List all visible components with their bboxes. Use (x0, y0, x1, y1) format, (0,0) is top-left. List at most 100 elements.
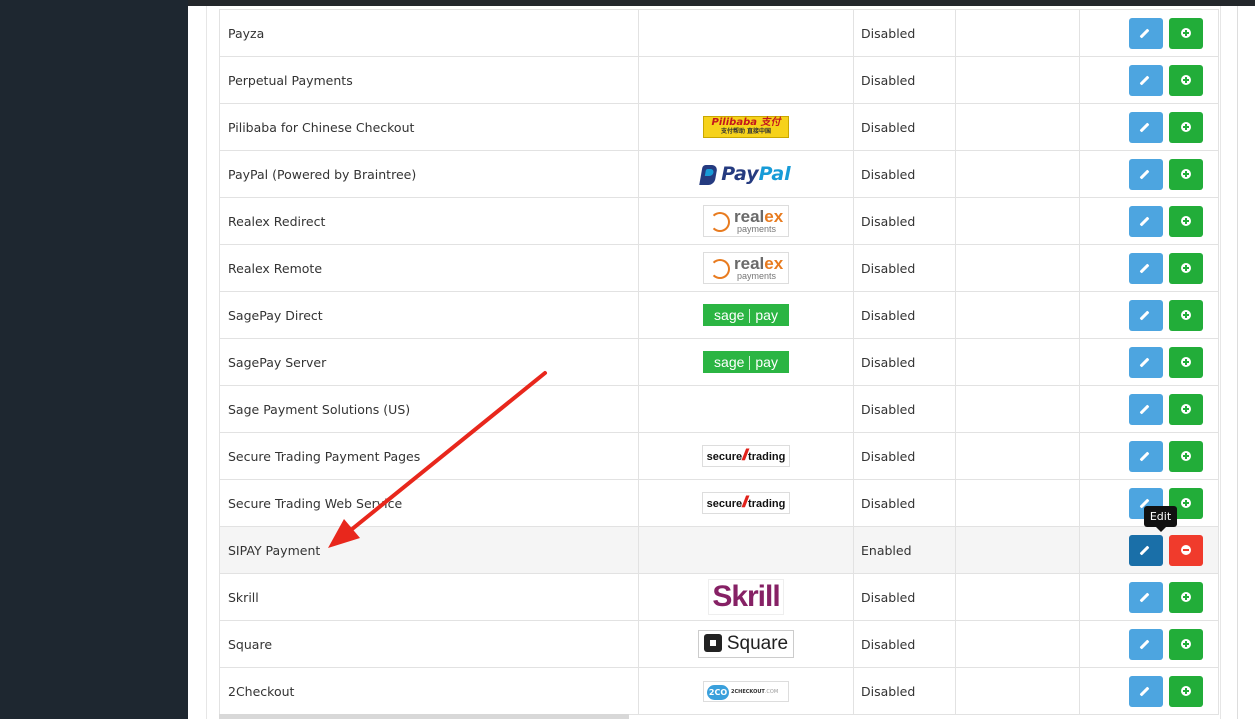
gateway-actions (1079, 338, 1219, 386)
gateway-sort-order (955, 620, 1080, 668)
pencil-icon (1139, 310, 1150, 320)
edit-button[interactable] (1129, 628, 1164, 660)
gateway-sort-order (955, 338, 1080, 386)
edit-button[interactable] (1129, 581, 1164, 613)
square-mark-icon (703, 634, 722, 652)
table-row: 2Checkout 2CO 2CHECKOUT.COM Disabled (219, 667, 1219, 715)
gateway-actions (1079, 620, 1219, 668)
gateway-logo-cell (638, 526, 854, 574)
gateway-status: Disabled (853, 573, 956, 621)
table-row: Secure Trading Payment Pages secure//tra… (219, 432, 1219, 480)
gateway-name: 2Checkout (219, 667, 639, 715)
gateway-logo-cell: sage pay (638, 291, 854, 339)
page-divider (1237, 6, 1238, 719)
edit-button[interactable] (1129, 252, 1164, 284)
pencil-icon (1139, 451, 1150, 461)
gateway-sort-order (955, 56, 1080, 104)
gateway-status: Disabled (853, 432, 956, 480)
gateway-status: Disabled (853, 385, 956, 433)
edit-button[interactable] (1129, 534, 1164, 566)
sagepay-logo: sage pay (703, 304, 789, 326)
table-row: Realex Remote realex payments Disabled (219, 244, 1219, 292)
plus-circle-icon (1181, 121, 1191, 132)
install-button[interactable] (1169, 252, 1203, 284)
install-button[interactable] (1169, 346, 1203, 378)
gateway-logo-cell (638, 9, 854, 57)
gateway-logo-cell: Square (638, 620, 854, 668)
gateway-sort-order (955, 479, 1080, 527)
gateway-logo-cell (638, 56, 854, 104)
install-button[interactable] (1169, 581, 1203, 613)
install-button[interactable] (1169, 393, 1203, 425)
gateway-logo-cell: sage pay (638, 338, 854, 386)
edit-button[interactable] (1129, 205, 1164, 237)
edit-button[interactable] (1129, 64, 1164, 96)
edit-button[interactable] (1129, 111, 1164, 143)
edit-button[interactable] (1129, 346, 1164, 378)
gateway-status: Disabled (853, 479, 956, 527)
install-button[interactable] (1169, 628, 1203, 660)
edit-button[interactable] (1129, 299, 1164, 331)
gateway-sort-order (955, 9, 1080, 57)
plus-circle-icon (1181, 309, 1191, 320)
gateway-status: Disabled (853, 291, 956, 339)
paypal-mark-icon (699, 164, 719, 185)
install-button[interactable] (1169, 64, 1203, 96)
gateway-name: Payza (219, 9, 639, 57)
edit-button[interactable] (1129, 440, 1164, 472)
table-row: Square Square Disabled (219, 620, 1219, 668)
install-button[interactable] (1169, 111, 1203, 143)
install-button[interactable] (1169, 299, 1203, 331)
table-row: SagePay Server sage pay Disabled (219, 338, 1219, 386)
install-button[interactable] (1169, 205, 1203, 237)
gateway-logo-cell: Skrill (638, 573, 854, 621)
uninstall-button[interactable] (1169, 534, 1203, 566)
install-button[interactable] (1169, 675, 1203, 707)
install-button[interactable] (1169, 440, 1203, 472)
gateway-name: Square (219, 620, 639, 668)
secure-trading-logo: secure//trading (702, 445, 790, 467)
gateway-name: Sage Payment Solutions (US) (219, 385, 639, 433)
gateway-name: Secure Trading Payment Pages (219, 432, 639, 480)
pencil-icon (1139, 686, 1150, 696)
gateway-actions (1079, 291, 1219, 339)
gateway-actions (1079, 432, 1219, 480)
plus-circle-icon (1181, 591, 1191, 602)
gateway-name: Realex Redirect (219, 197, 639, 245)
install-button[interactable] (1169, 158, 1203, 190)
plus-circle-icon (1181, 74, 1191, 85)
horizontal-scrollbar[interactable] (219, 714, 629, 719)
pilibaba-logo: Pilibaba 支付 支付帮助 直接中国 (703, 116, 789, 138)
gateway-sort-order (955, 573, 1080, 621)
gateway-status: Disabled (853, 150, 956, 198)
gateway-name: Perpetual Payments (219, 56, 639, 104)
install-button[interactable] (1169, 17, 1203, 49)
gateway-name: SagePay Direct (219, 291, 639, 339)
gateway-status: Disabled (853, 103, 956, 151)
plus-circle-icon (1181, 215, 1191, 226)
sagepay-logo: sage pay (703, 351, 789, 373)
gateway-actions (1079, 244, 1219, 292)
gateway-actions (1079, 150, 1219, 198)
table-row: Pilibaba for Chinese Checkout Pilibaba 支… (219, 103, 1219, 151)
table-row: Skrill Skrill Disabled (219, 573, 1219, 621)
edit-button[interactable] (1129, 675, 1164, 707)
pencil-icon (1139, 28, 1150, 38)
gateway-actions (1079, 9, 1219, 57)
edit-button[interactable] (1129, 17, 1164, 49)
realex-logo: realex payments (703, 205, 789, 237)
gateway-sort-order (955, 291, 1080, 339)
gateway-sort-order (955, 103, 1080, 151)
gateway-status: Disabled (853, 9, 956, 57)
gateway-actions (1079, 667, 1219, 715)
edit-button[interactable] (1129, 393, 1164, 425)
gateway-actions (1079, 103, 1219, 151)
paypal-logo: PayPal (699, 163, 791, 185)
skrill-logo: Skrill (708, 579, 784, 615)
gateway-sort-order (955, 197, 1080, 245)
pencil-icon (1139, 169, 1150, 179)
gateway-name: SagePay Server (219, 338, 639, 386)
gateway-status: Enabled (853, 526, 956, 574)
edit-button[interactable] (1129, 158, 1164, 190)
gateway-sort-order (955, 244, 1080, 292)
